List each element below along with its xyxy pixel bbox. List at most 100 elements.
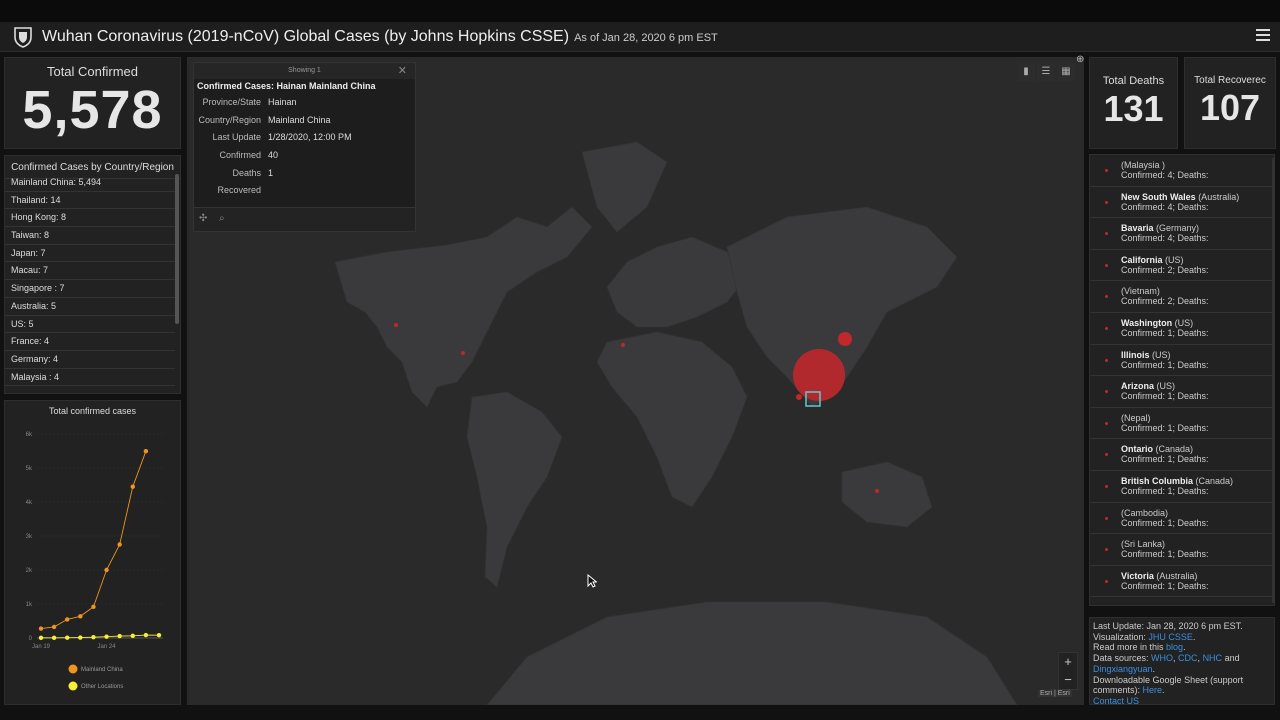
location-list-item[interactable]: California (US) Confirmed: 2; Deaths:	[1090, 250, 1274, 282]
popup-field-value: 1	[268, 167, 274, 178]
location-name: British Columbia	[1121, 475, 1194, 486]
popup-field-row: Deaths 1	[194, 164, 415, 182]
location-list-item[interactable]: Arizona (US) Confirmed: 1; Deaths:	[1090, 376, 1274, 408]
total-deaths-label: Total Deaths	[1102, 75, 1165, 87]
hamburger-menu-icon[interactable]	[1256, 29, 1270, 43]
country-list-item[interactable]: US: 5	[5, 316, 175, 334]
country-list-item[interactable]: Germany: 4	[5, 351, 175, 369]
case-dot-icon	[1105, 169, 1108, 172]
chart-title: Total confirmed cases	[48, 406, 137, 416]
location-region: (Vietnam)	[1121, 286, 1160, 297]
location-region: (Canada)	[1193, 475, 1234, 486]
total-recovered-panel: Total Recoverec 107	[1184, 57, 1276, 149]
south-america-landmass	[466, 391, 563, 588]
locations-list-scrollbar[interactable]	[1272, 158, 1275, 603]
country-list[interactable]: Mainland China: 5,494 Thailand: 14 Hong Ko…	[5, 174, 175, 393]
country-list-item[interactable]: Australia: 5	[5, 298, 175, 316]
basemap-gallery-icon[interactable]: ▦	[1057, 63, 1075, 81]
popup-field-row: Recovered	[194, 181, 415, 199]
google-sheet-link[interactable]: Here	[1143, 685, 1163, 695]
jhu-csse-link[interactable]: JHU CSSE	[1148, 632, 1193, 642]
location-list-item[interactable]: Ontario (Canada) Confirmed: 1; Deaths:	[1090, 439, 1274, 471]
location-detail: Confirmed: 1; Deaths:	[1121, 517, 1209, 528]
chart-data-point	[104, 634, 109, 639]
zoom-in-button[interactable]: +	[1059, 653, 1077, 671]
location-list-item[interactable]: (Cambodia) Confirmed: 1; Deaths:	[1090, 503, 1274, 535]
location-name: Bavaria	[1121, 223, 1154, 234]
location-list-item[interactable]: New South Wales (Australia) Confirmed: 4;…	[1090, 187, 1274, 219]
chart-y-tick-label: 2k	[26, 568, 33, 574]
location-region: (US)	[1149, 349, 1171, 360]
country-list-scrollbar[interactable]	[175, 174, 179, 324]
chart-legend-swatch	[68, 664, 78, 674]
who-link[interactable]: WHO	[1151, 653, 1173, 663]
case-dot-icon	[1105, 579, 1108, 583]
country-list-item[interactable]: Macau: 7	[5, 262, 175, 281]
chart-data-point	[51, 635, 57, 640]
total-confirmed-label: Total Confirmed	[46, 64, 139, 79]
dingxiangyuan-link[interactable]: Dingxiangyuan	[1093, 664, 1153, 674]
chart-x-tick-label: Jan 24	[98, 644, 117, 650]
map-attribution: Esri | Esri	[1038, 690, 1072, 697]
country-list-item[interactable]: Japan: 7	[5, 245, 175, 263]
country-list-item[interactable]: Thailand: 14	[5, 192, 175, 210]
country-list-item[interactable]: Taiwan: 8	[5, 227, 175, 245]
location-detail: Confirmed: 2; Deaths:	[1121, 264, 1209, 275]
cdc-link[interactable]: CDC	[1178, 653, 1198, 663]
chart-data-point	[156, 632, 162, 638]
case-dot-icon	[1105, 421, 1108, 425]
info-visualization: Visualization: JHU CSSE.	[1093, 631, 1196, 642]
expand-icon[interactable]: ⊕	[1076, 54, 1084, 65]
country-list-item[interactable]: France: 4	[5, 333, 175, 351]
location-list-item[interactable]: British Columbia (Canada) Confirmed: 1; D…	[1090, 471, 1274, 503]
location-list-item[interactable]: Illinois (US) Confirmed: 1; Deaths:	[1090, 345, 1274, 377]
location-list-item[interactable]: (Sri Lanka) Confirmed: 1; Deaths:	[1090, 534, 1274, 566]
popup-field-row: Province/State Hainan	[194, 93, 415, 111]
zoom-out-button[interactable]: −	[1059, 671, 1077, 689]
location-detail: Confirmed: 2; Deaths:	[1121, 296, 1209, 307]
zoom-to-icon[interactable]: ⌕	[219, 213, 225, 224]
chart-x-tick-label: Jan 19	[32, 644, 51, 650]
chart-data-point	[130, 633, 135, 639]
popup-fields: Province/State Hainan Country/Region Mainla…	[194, 93, 415, 199]
case-dot-icon	[1105, 263, 1108, 267]
chart-data-point	[91, 604, 96, 610]
country-list-item[interactable]: Singapore : 7	[5, 280, 175, 298]
europe-marker	[621, 343, 625, 347]
blog-link[interactable]: blog	[1166, 642, 1183, 652]
case-dot-icon	[1105, 200, 1108, 204]
header-bar: Wuhan Coronavirus (2019-nCoV) Global Cas…	[0, 22, 1280, 52]
location-list-item[interactable]: Victoria (Australia) Confirmed: 1; Deaths…	[1090, 566, 1274, 598]
nhc-link[interactable]: NHC	[1203, 653, 1223, 663]
location-list-item[interactable]: Bavaria (Germany) Confirmed: 4; Deaths:	[1090, 218, 1274, 250]
contact-us-link[interactable]: Contact US	[1093, 696, 1139, 704]
country-list-item[interactable]: Malaysia : 4	[5, 369, 175, 387]
chart-data-point	[143, 449, 149, 454]
popup-field-key: Deaths	[232, 167, 261, 178]
country-list-item[interactable]: Mainland China: 5,494	[5, 174, 175, 192]
location-list-item[interactable]: (Vietnam) Confirmed: 2; Deaths:	[1090, 281, 1274, 313]
location-list-item[interactable]: (Nepal) Confirmed: 1; Deaths:	[1090, 408, 1274, 440]
location-detail: Confirmed: 1; Deaths:	[1121, 485, 1209, 496]
location-list-item[interactable]: (Malaysia ) Confirmed: 4; Deaths:	[1090, 155, 1274, 187]
chart-series-line	[40, 451, 147, 629]
locations-list[interactable]: (Malaysia ) Confirmed: 4; Deaths: New Sout…	[1089, 154, 1275, 606]
popup-field-key: Confirmed	[219, 149, 261, 160]
location-detail: Confirmed: 1; Deaths:	[1121, 359, 1209, 370]
close-icon[interactable]: ✕	[398, 63, 407, 79]
country-list-item[interactable]: Hong Kong: 8	[5, 209, 175, 228]
chart-legend-label: Other Locations	[81, 684, 123, 690]
chart-data-point	[78, 614, 83, 619]
location-list-item[interactable]: Washington (US) Confirmed: 1; Deaths:	[1090, 313, 1274, 345]
popup-field-key: Country/Region	[198, 114, 261, 125]
popup-field-row: Confirmed 40	[194, 146, 415, 164]
bookmark-icon[interactable]: ▮	[1017, 63, 1035, 81]
chart-data-point	[117, 633, 122, 639]
popup-showing-count: Showing 1	[288, 67, 321, 74]
chart-data-point	[38, 626, 44, 631]
legend-list-icon[interactable]: ☰	[1037, 63, 1055, 81]
location-region: (Germany)	[1153, 223, 1200, 234]
chart-y-tick-label: 0	[29, 636, 33, 642]
location-region: (Cambodia)	[1121, 507, 1169, 518]
pan-icon[interactable]: ✣	[199, 213, 207, 224]
